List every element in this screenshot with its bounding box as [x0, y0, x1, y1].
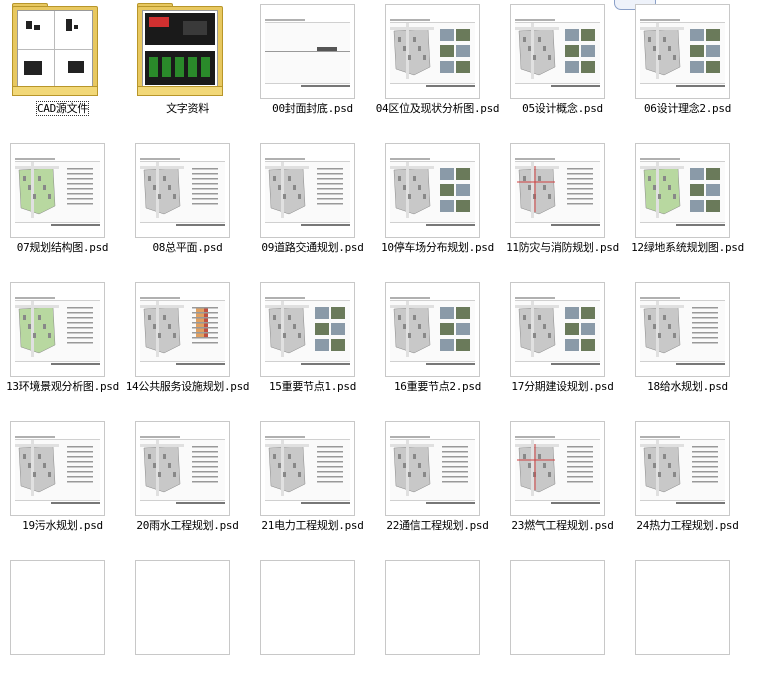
file-name-label: 23燃气工程规划.psd: [511, 519, 614, 532]
file-thumbnail: [635, 560, 730, 655]
file-thumbnail: [10, 143, 105, 238]
file-thumbnail: [385, 421, 480, 516]
file-item[interactable]: 20雨水工程规划.psd: [125, 417, 250, 556]
file-name-label: 10停车场分布规划.psd: [381, 241, 494, 254]
file-thumbnail-grid: CAD源文件 文字资料 00封面封底.psd 04区位及现状分析图.psd 05设计概念…: [0, 0, 765, 655]
file-item[interactable]: [0, 556, 125, 695]
file-name-label: 24热力工程规划.psd: [636, 519, 739, 532]
selected-label: CAD源文件: [35, 101, 90, 116]
file-name-label: 21电力工程规划.psd: [261, 519, 364, 532]
file-item[interactable]: 08总平面.psd: [125, 139, 250, 278]
folder-icon: [137, 86, 223, 96]
file-name-label: 09道路交通规划.psd: [261, 241, 364, 254]
file-item[interactable]: 16重要节点2.psd: [375, 278, 500, 417]
file-thumbnail: [635, 282, 730, 377]
file-name-label: 17分期建设规划.psd: [511, 380, 614, 393]
file-thumbnail: [10, 560, 105, 655]
file-name-label: 文字资料: [166, 102, 209, 115]
folder-preview: [17, 10, 93, 88]
file-item[interactable]: 10停车场分布规划.psd: [375, 139, 500, 278]
file-item[interactable]: 17分期建设规划.psd: [500, 278, 625, 417]
file-thumbnail: [260, 4, 355, 99]
file-thumbnail: [260, 560, 355, 655]
file-name-label: 08总平面.psd: [152, 241, 223, 254]
file-name-label: 00封面封底.psd: [272, 102, 353, 115]
file-name-label: 07规划结构图.psd: [16, 241, 109, 254]
file-name-label: 12绿地系统规划图.psd: [631, 241, 744, 254]
file-thumbnail: [135, 282, 230, 377]
file-name-label: 18给水规划.psd: [647, 380, 728, 393]
file-item[interactable]: 14公共服务设施规划.psd: [125, 278, 250, 417]
file-name-label: 06设计理念2.psd: [643, 102, 732, 115]
file-thumbnail: [260, 143, 355, 238]
file-name-label: CAD源文件: [0, 101, 131, 116]
file-thumbnail: [635, 4, 730, 99]
file-item[interactable]: 09道路交通规划.psd: [250, 139, 375, 278]
file-item[interactable]: [375, 556, 500, 695]
file-name-label: 16重要节点2.psd: [393, 380, 482, 393]
file-thumbnail: [635, 421, 730, 516]
file-thumbnail: [135, 560, 230, 655]
file-thumbnail: [10, 282, 105, 377]
file-item[interactable]: 24热力工程规划.psd: [625, 417, 750, 556]
file-item[interactable]: 13环境景观分析图.psd: [0, 278, 125, 417]
file-item[interactable]: [625, 556, 750, 695]
file-item[interactable]: 22通信工程规划.psd: [375, 417, 500, 556]
file-item[interactable]: 04区位及现状分析图.psd: [375, 0, 500, 139]
file-thumbnail: [635, 143, 730, 238]
file-item[interactable]: [250, 556, 375, 695]
file-thumbnail: [385, 560, 480, 655]
file-thumbnail: [10, 421, 105, 516]
file-thumbnail: [510, 560, 605, 655]
file-name-label: 11防灾与消防规划.psd: [506, 241, 619, 254]
file-item[interactable]: 07规划结构图.psd: [0, 139, 125, 278]
file-item[interactable]: 23燃气工程规划.psd: [500, 417, 625, 556]
folder-item[interactable]: CAD源文件: [0, 0, 125, 139]
file-item[interactable]: [500, 556, 625, 695]
file-item[interactable]: 05设计概念.psd: [500, 0, 625, 139]
file-thumbnail: [510, 421, 605, 516]
file-name-label: 19污水规划.psd: [22, 519, 103, 532]
file-thumbnail: [260, 282, 355, 377]
file-item[interactable]: 15重要节点1.psd: [250, 278, 375, 417]
folder-item[interactable]: 文字资料: [125, 0, 250, 139]
file-name-label: 15重要节点1.psd: [268, 380, 357, 393]
file-thumbnail: [510, 4, 605, 99]
file-item[interactable]: 06设计理念2.psd: [625, 0, 750, 139]
file-item[interactable]: 21电力工程规划.psd: [250, 417, 375, 556]
file-thumbnail: [385, 143, 480, 238]
file-thumbnail: [510, 143, 605, 238]
file-item[interactable]: 12绿地系统规划图.psd: [625, 139, 750, 278]
file-item[interactable]: 00封面封底.psd: [250, 0, 375, 139]
file-item[interactable]: [125, 556, 250, 695]
file-thumbnail: [385, 4, 480, 99]
file-thumbnail: [385, 282, 480, 377]
file-name-label: 20雨水工程规划.psd: [136, 519, 239, 532]
file-thumbnail: [135, 421, 230, 516]
folder-preview: [142, 10, 218, 88]
file-name-label: 13环境景观分析图.psd: [6, 380, 119, 393]
file-name-label: 22通信工程规划.psd: [386, 519, 489, 532]
file-item[interactable]: 11防灾与消防规划.psd: [500, 139, 625, 278]
file-item[interactable]: 19污水规划.psd: [0, 417, 125, 556]
file-name-label: 04区位及现状分析图.psd: [375, 102, 500, 115]
file-item[interactable]: 18给水规划.psd: [625, 278, 750, 417]
file-thumbnail: [135, 143, 230, 238]
file-name-label: 14公共服务设施规划.psd: [125, 380, 250, 393]
file-thumbnail: [260, 421, 355, 516]
folder-icon: [12, 86, 98, 96]
file-thumbnail: [510, 282, 605, 377]
file-name-label: 05设计概念.psd: [522, 102, 603, 115]
